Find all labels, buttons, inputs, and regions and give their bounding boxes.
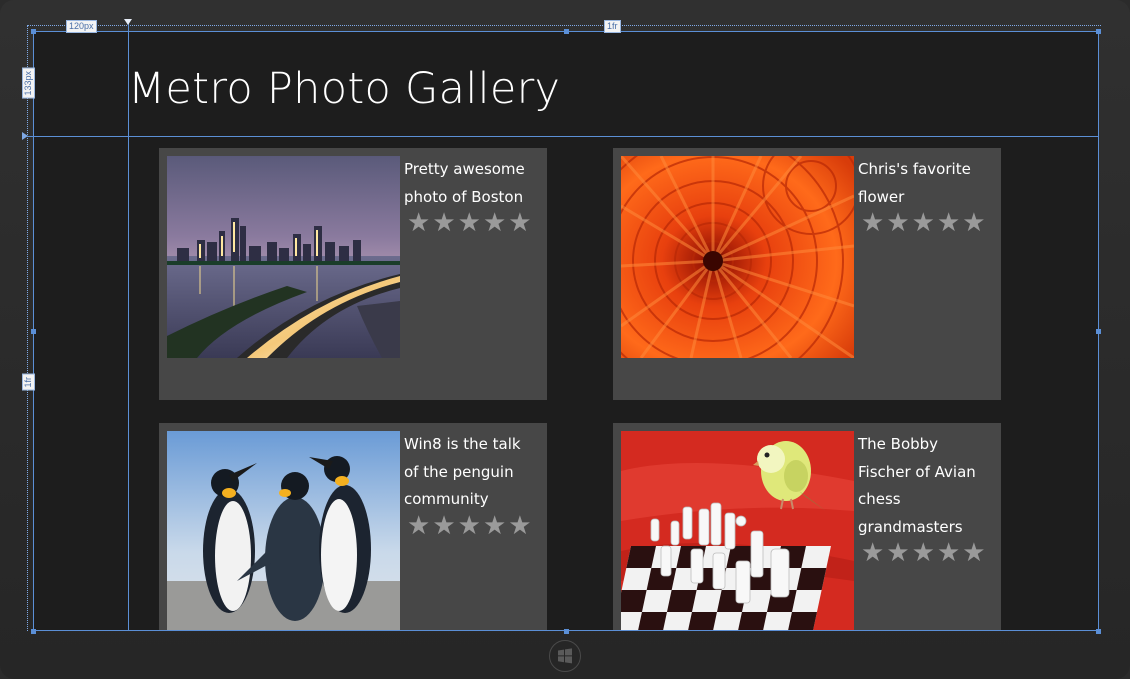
photo-info: The Bobby Fischer of Avian chess grandma… — [858, 431, 993, 567]
resize-handle[interactable] — [1096, 329, 1101, 334]
resize-handle[interactable] — [564, 629, 569, 634]
resize-handle[interactable] — [1096, 29, 1101, 34]
gallery-item[interactable]: The Bobby Fischer of Avian chess grandma… — [613, 423, 1001, 631]
app-screen: Metro Photo Gallery Pretty awesome photo… — [33, 31, 1099, 631]
resize-handle[interactable] — [31, 629, 36, 634]
star-icon[interactable]: ★ — [407, 512, 430, 540]
star-icon[interactable]: ★ — [886, 209, 909, 237]
resize-handle[interactable] — [1096, 629, 1101, 634]
star-icon[interactable]: ★ — [962, 209, 985, 237]
row-marker-icon[interactable] — [22, 132, 28, 140]
photo-caption: Pretty awesome photo of Boston — [404, 160, 525, 206]
column-size-label[interactable]: 1fr — [604, 20, 621, 33]
star-rating[interactable]: ★ ★ ★ ★ ★ — [858, 539, 993, 567]
gallery-item[interactable]: Pretty awesome photo of Boston ★ ★ ★ ★ ★ — [159, 148, 547, 400]
resize-handle[interactable] — [564, 29, 569, 34]
star-icon[interactable]: ★ — [912, 209, 935, 237]
star-icon[interactable]: ★ — [483, 209, 506, 237]
gallery-item[interactable]: Chris's favorite flower ★ ★ ★ ★ ★ — [613, 148, 1001, 400]
photo-budgie-chess — [621, 431, 854, 631]
photo-boston — [167, 156, 400, 358]
star-icon[interactable]: ★ — [483, 512, 506, 540]
star-rating[interactable]: ★ ★ ★ ★ ★ — [858, 209, 993, 237]
star-icon[interactable]: ★ — [432, 209, 455, 237]
photo-flower — [621, 156, 854, 358]
star-icon[interactable]: ★ — [861, 539, 884, 567]
star-icon[interactable]: ★ — [407, 209, 430, 237]
star-icon[interactable]: ★ — [458, 209, 481, 237]
photo-info: Win8 is the talk of the penguin communit… — [404, 431, 539, 540]
column-divider[interactable] — [128, 22, 129, 631]
star-icon[interactable]: ★ — [962, 539, 985, 567]
star-rating[interactable]: ★ ★ ★ ★ ★ — [404, 209, 539, 237]
star-icon[interactable]: ★ — [937, 539, 960, 567]
start-button[interactable] — [549, 640, 581, 672]
row-size-label[interactable]: 133px — [22, 68, 35, 99]
column-marker-icon[interactable] — [124, 19, 132, 25]
star-icon[interactable]: ★ — [912, 539, 935, 567]
star-icon[interactable]: ★ — [508, 209, 531, 237]
outer-guide-left — [27, 25, 28, 631]
resize-handle[interactable] — [31, 29, 36, 34]
photo-info: Pretty awesome photo of Boston ★ ★ ★ ★ ★ — [404, 156, 539, 237]
star-icon[interactable]: ★ — [458, 512, 481, 540]
resize-handle[interactable] — [31, 329, 36, 334]
star-icon[interactable]: ★ — [861, 209, 884, 237]
row-size-label[interactable]: 1fr — [22, 374, 35, 391]
star-rating[interactable]: ★ ★ ★ ★ ★ — [404, 512, 539, 540]
photo-info: Chris's favorite flower ★ ★ ★ ★ ★ — [858, 156, 993, 237]
photo-caption: Chris's favorite flower — [858, 160, 971, 206]
windows-start-icon — [558, 648, 572, 664]
photo-caption: Win8 is the talk of the penguin communit… — [404, 435, 521, 508]
row-divider[interactable] — [27, 136, 1099, 137]
page-title: Metro Photo Gallery — [128, 64, 561, 114]
star-icon[interactable]: ★ — [508, 512, 531, 540]
gallery-item[interactable]: Win8 is the talk of the penguin communit… — [159, 423, 547, 631]
star-icon[interactable]: ★ — [432, 512, 455, 540]
outer-guide-top — [27, 25, 1101, 26]
photo-penguins — [167, 431, 400, 631]
column-size-label[interactable]: 120px — [66, 20, 97, 33]
star-icon[interactable]: ★ — [937, 209, 960, 237]
photo-caption: The Bobby Fischer of Avian chess grandma… — [858, 435, 976, 536]
star-icon[interactable]: ★ — [886, 539, 909, 567]
